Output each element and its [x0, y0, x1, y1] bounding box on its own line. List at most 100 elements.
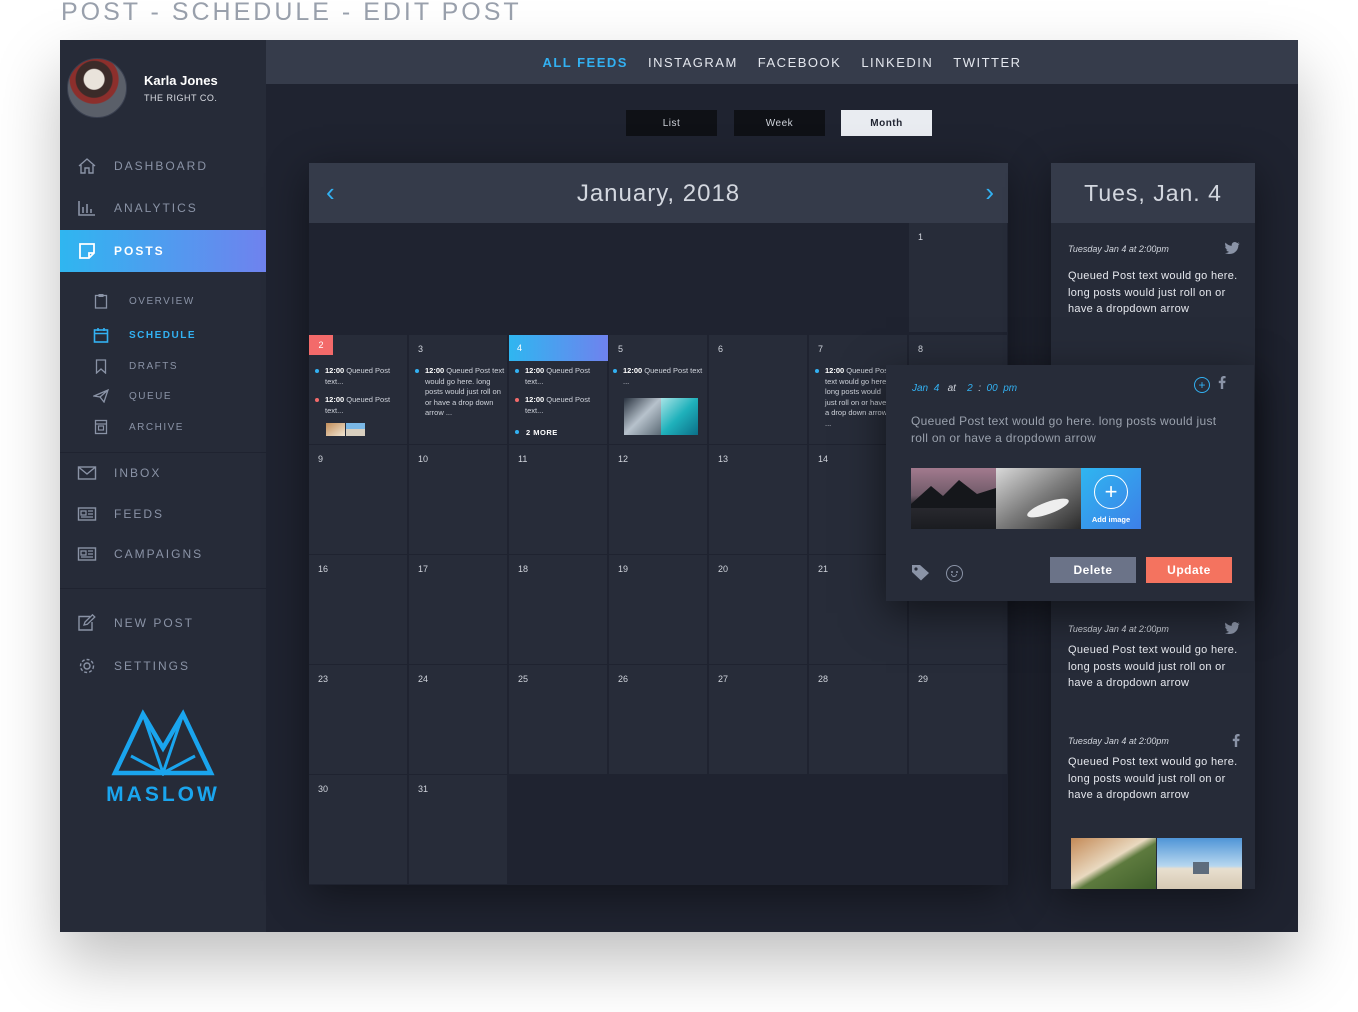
hour-select[interactable]: 2 — [967, 383, 973, 394]
facebook-icon[interactable] — [1218, 376, 1226, 392]
day-cell[interactable]: 17 — [409, 555, 508, 665]
day-cell[interactable]: 31 — [409, 775, 508, 885]
view-week-button[interactable]: Week — [734, 110, 825, 136]
day-cell[interactable]: 29 — [909, 665, 1008, 775]
tab-instagram[interactable]: INSTAGRAM — [648, 55, 738, 70]
day-number: 8 — [918, 344, 924, 354]
sidebar-item-campaigns[interactable]: CAMPAIGNS — [60, 533, 266, 575]
ampm-select[interactable]: pm — [1003, 383, 1017, 394]
day-cell[interactable]: 6 — [709, 335, 808, 445]
event-thumbnails[interactable] — [624, 398, 698, 435]
day-cell[interactable]: 12 — [609, 445, 708, 555]
calendar-event[interactable]: 12:00 Queued Post text ... — [613, 366, 705, 387]
calendar-title: January, 2018 — [576, 180, 741, 207]
add-image-button[interactable]: + Add image — [1081, 468, 1141, 529]
calendar-event[interactable]: 12:00 Queued Post text would go here. lo… — [415, 366, 507, 419]
post-image-mountain[interactable] — [911, 468, 996, 529]
post-image-surfer[interactable] — [996, 468, 1081, 529]
day-number: 26 — [618, 674, 629, 684]
calendar-event[interactable]: 12:00 Queued Post text... — [515, 366, 607, 387]
tab-linkedin[interactable]: LINKEDIN — [861, 55, 933, 70]
day-cell[interactable]: 16 — [309, 555, 408, 665]
view-list-button[interactable]: List — [626, 110, 717, 136]
sidebar-subitem-label: DRAFTS — [129, 360, 178, 372]
day-number: 18 — [518, 564, 529, 574]
scheduled-post[interactable]: Tuesday Jan 4 at 2:00pm Queued Post text… — [1068, 734, 1240, 804]
day-cell[interactable]: 3 12:00 Queued Post text would go here. … — [409, 335, 508, 445]
day-cell[interactable]: 27 — [709, 665, 808, 775]
sidebar-item-label: INBOX — [114, 466, 162, 480]
day-cell[interactable]: 30 — [309, 775, 408, 885]
day-cell[interactable]: 19 — [609, 555, 708, 665]
sidebar-item-settings[interactable]: SETTINGS — [60, 645, 266, 687]
sidebar-subitem-archive[interactable]: ARCHIVE — [60, 414, 266, 440]
day-cell[interactable]: 10 — [409, 445, 508, 555]
profile-name: Karla Jones — [144, 73, 218, 88]
sidebar-item-dashboard[interactable]: DASHBOARD — [60, 145, 266, 187]
sidebar-item-feeds[interactable]: FEEDS — [60, 493, 266, 535]
sidebar-item-label: ANALYTICS — [114, 201, 198, 215]
day-cell[interactable]: 20 — [709, 555, 808, 665]
day-cell[interactable]: 18 — [509, 555, 608, 665]
day-number: 9 — [318, 454, 324, 464]
day-cell[interactable]: 28 — [809, 665, 908, 775]
sidebar-item-new-post[interactable]: NEW POST — [60, 602, 266, 644]
calendar-event[interactable]: 12:00 Queued Post text... — [315, 395, 407, 416]
update-button[interactable]: Update — [1146, 557, 1232, 583]
avatar[interactable] — [67, 58, 127, 118]
day-number: 25 — [518, 674, 529, 684]
day-number: 23 — [318, 674, 329, 684]
schedule-datetime[interactable]: Jan 4 at 2 : 00 pm — [912, 383, 1017, 394]
post-text-editor[interactable]: Queued Post text would go here. long pos… — [911, 413, 1236, 447]
profile[interactable]: Karla Jones THE RIGHT CO. — [67, 58, 218, 118]
minute-select[interactable]: 00 — [987, 383, 998, 394]
calendar-event[interactable]: 12:00 Queued Post text... — [315, 366, 407, 387]
day-cell[interactable]: 24 — [409, 665, 508, 775]
day-number: 21 — [818, 564, 829, 574]
tab-facebook[interactable]: FACEBOOK — [758, 55, 842, 70]
day-number: 3 — [418, 344, 424, 354]
day-number: 19 — [618, 564, 629, 574]
sidebar-item-analytics[interactable]: ANALYTICS — [60, 187, 266, 229]
day-cell[interactable]: 25 — [509, 665, 608, 775]
envelope-icon — [77, 463, 97, 483]
day-cell[interactable]: 23 — [309, 665, 408, 775]
day-cell[interactable]: 1 — [909, 223, 1008, 333]
next-month-button[interactable]: › — [985, 177, 994, 208]
month-select[interactable]: Jan — [912, 383, 928, 394]
sidebar-subitem-label: QUEUE — [129, 390, 173, 402]
tab-all-feeds[interactable]: ALL FEEDS — [542, 55, 628, 70]
feed-tabs: ALL FEEDS INSTAGRAM FACEBOOK LINKEDIN TW… — [266, 40, 1298, 84]
post-images[interactable] — [1071, 838, 1242, 889]
day-cell[interactable]: 9 — [309, 445, 408, 555]
calendar-event[interactable]: 12:00 Queued Post text... — [515, 395, 607, 416]
tab-twitter[interactable]: TWITTER — [953, 55, 1021, 70]
sidebar-subitem-overview[interactable]: OVERVIEW — [60, 288, 266, 314]
day-cell-selected[interactable]: 4 12:00 Queued Post text... 12:00 Queued… — [509, 335, 608, 445]
sidebar-subitem-queue[interactable]: QUEUE — [60, 383, 266, 409]
day-cell[interactable]: 11 — [509, 445, 608, 555]
day-panel-title: Tues, Jan. 4 — [1051, 163, 1255, 223]
scheduled-post[interactable]: Tuesday Jan 4 at 2:00pm Queued Post text… — [1068, 242, 1240, 318]
day-cell[interactable]: 13 — [709, 445, 808, 555]
sidebar-subitem-label: ARCHIVE — [129, 421, 184, 433]
tag-icon[interactable] — [911, 564, 930, 586]
sidebar-subitem-schedule[interactable]: SCHEDULE — [60, 322, 266, 348]
view-month-button[interactable]: Month — [841, 110, 932, 136]
delete-button[interactable]: Delete — [1050, 557, 1136, 583]
day-cell[interactable]: 2 12:00 Queued Post text... 12:00 Queued… — [309, 335, 408, 445]
more-events-link[interactable]: 2 MORE — [526, 428, 558, 437]
day-cell[interactable]: 26 — [609, 665, 708, 775]
day-cell[interactable]: 5 12:00 Queued Post text ... — [609, 335, 708, 445]
emoji-icon[interactable] — [946, 565, 963, 582]
clipboard-icon — [93, 293, 109, 309]
add-network-icon[interactable]: + — [1194, 377, 1210, 393]
event-thumbnails[interactable] — [326, 423, 366, 436]
calendar-event[interactable]: 12:00 Queued Post text would go here. lo… — [815, 366, 891, 429]
day-select[interactable]: 4 — [934, 383, 940, 394]
sidebar-subitem-drafts[interactable]: DRAFTS — [60, 353, 266, 379]
sidebar-item-posts[interactable]: POSTS — [60, 230, 266, 272]
scheduled-post[interactable]: Tuesday Jan 4 at 2:00pm Queued Post text… — [1068, 622, 1240, 692]
sidebar-item-inbox[interactable]: INBOX — [60, 452, 266, 494]
day-number: 4 — [509, 335, 608, 361]
